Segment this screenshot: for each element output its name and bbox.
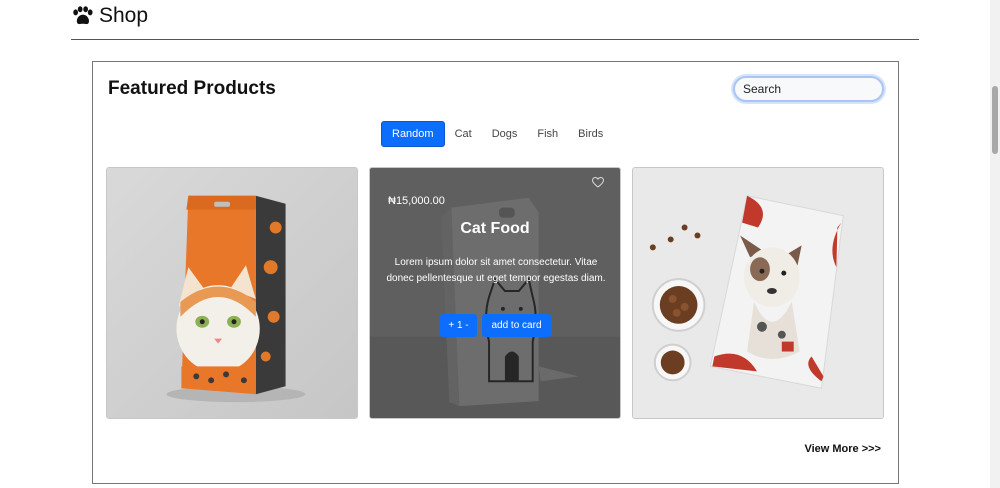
- tab-random[interactable]: Random: [381, 121, 445, 147]
- tab-fish[interactable]: Fish: [527, 122, 568, 146]
- site-header: Shop: [71, 0, 919, 40]
- product-card[interactable]: [106, 167, 358, 419]
- add-to-cart-button[interactable]: add to card: [482, 314, 551, 337]
- scrollbar-thumb[interactable]: [992, 86, 998, 154]
- product-title: Cat Food: [460, 220, 530, 237]
- tab-dogs[interactable]: Dogs: [482, 122, 528, 146]
- product-price: ₦15,000.00: [388, 195, 445, 207]
- page: Shop Featured Products Random Cat Dogs F…: [0, 0, 1000, 488]
- paw-icon: [73, 5, 93, 24]
- view-more-link[interactable]: View More >>>: [804, 443, 881, 455]
- cat-food-bag-image: [107, 168, 357, 418]
- heart-icon[interactable]: [591, 176, 605, 189]
- panel-title: Featured Products: [108, 78, 276, 99]
- dog-food-pouch-image: [633, 168, 883, 418]
- product-description: Lorem ipsum dolor sit amet consectetur. …: [386, 257, 606, 284]
- product-cards: ₦15,000.00 Cat Food Lorem ipsum dolor si…: [106, 167, 885, 420]
- brand-name: Shop: [99, 3, 149, 27]
- tab-birds[interactable]: Birds: [568, 122, 613, 146]
- tab-cat[interactable]: Cat: [445, 122, 482, 146]
- category-tabs: Random Cat Dogs Fish Birds: [381, 121, 613, 147]
- page-scrollbar[interactable]: [990, 0, 1000, 488]
- product-card-featured[interactable]: ₦15,000.00 Cat Food Lorem ipsum dolor si…: [369, 167, 621, 419]
- search-input[interactable]: [733, 76, 884, 102]
- product-card[interactable]: [632, 167, 884, 419]
- featured-products-panel: Featured Products Random Cat Dogs Fish B…: [92, 61, 899, 484]
- brand[interactable]: Shop: [71, 4, 148, 28]
- quantity-stepper[interactable]: + 1 -: [440, 314, 477, 337]
